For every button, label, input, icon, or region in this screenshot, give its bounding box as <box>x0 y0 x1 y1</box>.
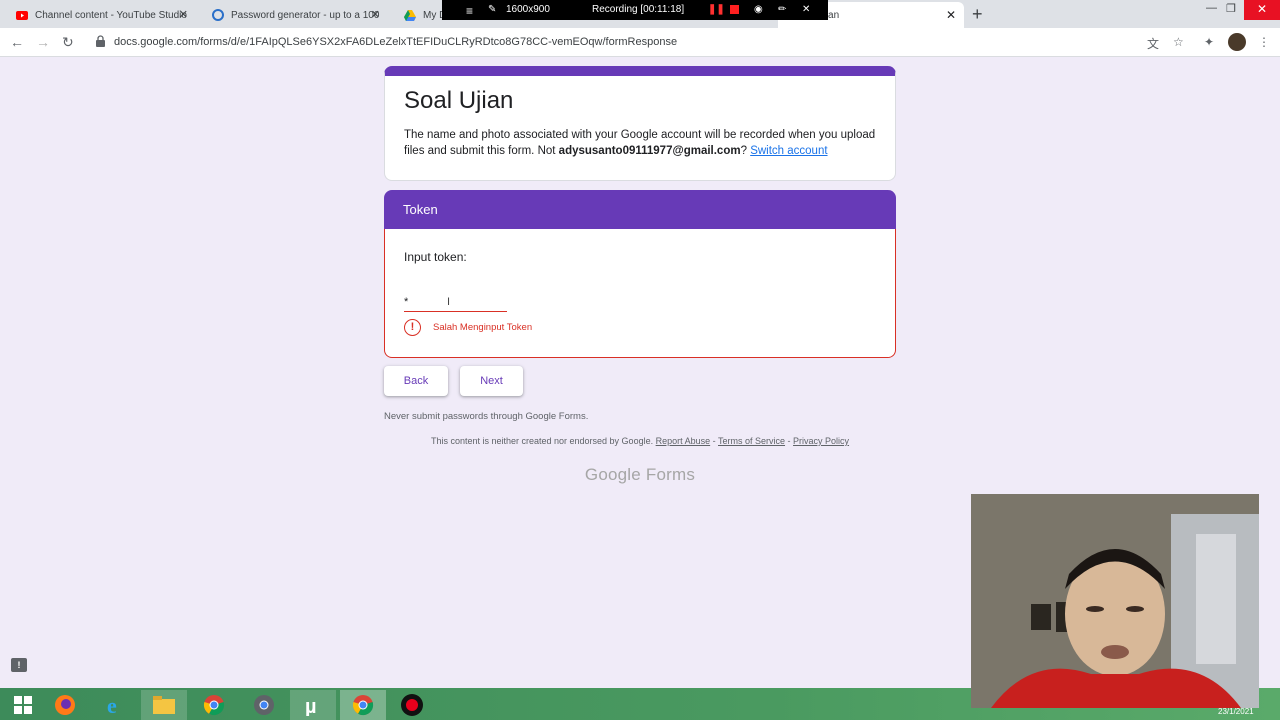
webcam-overlay <box>971 494 1259 708</box>
recorder-status: Recording [00:11:18] <box>592 4 685 15</box>
webcam-feed-image <box>971 494 1259 708</box>
next-button[interactable]: Next <box>460 366 523 396</box>
url-field[interactable]: docs.google.com/forms/d/e/1FAIpQLSe6YSX2… <box>114 36 677 48</box>
password-generator-icon <box>212 9 224 21</box>
switch-account-link[interactable]: Switch account <box>750 145 827 157</box>
profile-avatar[interactable] <box>1228 33 1246 51</box>
google-drive-icon <box>404 9 416 21</box>
description-punct: ? <box>740 145 747 157</box>
chrome-dev-icon[interactable] <box>241 690 287 720</box>
forward-arrow-icon[interactable]: → <box>36 34 50 50</box>
tab-password-generator[interactable]: Password generator - up to a 100 ✕ <box>196 2 388 28</box>
form-description: The name and photo associated with your … <box>404 127 882 159</box>
question-label: Input token: <box>404 250 467 264</box>
svg-text:µ: µ <box>305 696 317 716</box>
chrome-active-icon[interactable] <box>340 690 386 720</box>
feedback-icon[interactable]: ! <box>11 658 27 672</box>
recorder-icon[interactable] <box>389 690 435 720</box>
window-close-icon[interactable]: ✕ <box>1244 0 1280 20</box>
close-recorder-icon[interactable]: ✕ <box>802 4 810 15</box>
report-abuse-link[interactable]: Report Abuse <box>656 436 711 446</box>
windows-start-icon[interactable] <box>0 690 46 720</box>
logo-google: Google <box>584 465 641 484</box>
pin-icon[interactable]: ✎ <box>488 4 496 15</box>
close-tab-icon[interactable]: ✕ <box>371 8 380 21</box>
close-tab-icon[interactable]: ✕ <box>946 8 956 22</box>
back-button[interactable]: Back <box>384 366 448 396</box>
chrome-icon[interactable] <box>191 690 237 720</box>
firefox-icon[interactable] <box>42 690 88 720</box>
utorrent-icon[interactable]: µ <box>290 690 336 720</box>
youtube-icon <box>16 9 28 21</box>
stop-icon[interactable] <box>730 5 739 14</box>
internet-explorer-icon[interactable]: e <box>92 690 138 720</box>
extensions-icon[interactable]: ✦ <box>1204 35 1214 49</box>
svg-text:e: e <box>107 694 117 716</box>
restore-icon[interactable]: ❐ <box>1226 2 1236 15</box>
form-title-card: Soal Ujian The name and photo associated… <box>384 66 896 181</box>
logo-forms: Forms <box>645 465 696 484</box>
camera-icon[interactable]: ◉ <box>754 4 763 15</box>
tab-youtube-studio[interactable]: Channel content - YouTube Studio ✕ <box>0 2 196 28</box>
close-tab-icon[interactable]: ✕ <box>179 8 188 21</box>
tab-title: Password generator - up to a 100 <box>231 9 380 21</box>
file-explorer-icon[interactable] <box>141 690 187 720</box>
disclaimer-text: This content is neither created nor endo… <box>430 436 654 446</box>
terms-link[interactable]: Terms of Service <box>718 436 785 446</box>
more-menu-icon[interactable]: ⋮ <box>1258 35 1270 49</box>
pencil-icon[interactable]: ✏ <box>778 4 786 15</box>
translate-icon[interactable]: 文 <box>1147 35 1159 52</box>
separator: - <box>710 436 718 446</box>
back-arrow-icon[interactable]: ← <box>10 34 24 50</box>
menu-icon[interactable]: ≡ <box>466 4 473 18</box>
privacy-link[interactable]: Privacy Policy <box>793 436 849 446</box>
account-email: adysusanto09111977@gmail.com <box>558 145 741 157</box>
minimize-icon[interactable]: — <box>1206 2 1217 14</box>
error-message: Salah Menginput Token <box>433 322 533 333</box>
pause-icon[interactable]: ❚❚ <box>708 4 725 15</box>
form-title: Soal Ujian <box>404 87 514 114</box>
section-title: Token <box>403 202 438 217</box>
tab-title: Channel content - YouTube Studio <box>35 9 187 21</box>
error-icon: ! <box>404 319 421 336</box>
section-header: Token <box>384 190 896 229</box>
bookmark-star-icon[interactable]: ☆ <box>1173 35 1184 49</box>
screen-recorder-bar: ≡ ✎ 1600x900 Recording [00:11:18] ❚❚ ◉ ✏… <box>442 0 828 20</box>
address-bar-row: ← → ↻ docs.google.com/forms/d/e/1FAIpQLS… <box>0 28 1280 57</box>
new-tab-plus-icon[interactable]: + <box>972 4 983 25</box>
recorder-resolution: 1600x900 <box>506 4 550 15</box>
reload-icon[interactable]: ↻ <box>62 34 74 51</box>
text-cursor-icon: I <box>447 296 451 308</box>
google-forms-logo[interactable]: Google Forms <box>384 465 896 485</box>
taskbar-clock-date: 23/1/2021 <box>1218 707 1254 716</box>
lock-icon <box>96 35 105 47</box>
footer-disclaimer: This content is neither created nor endo… <box>384 436 896 446</box>
separator: - <box>785 436 794 446</box>
question-card: Input token: I ! Salah Menginput Token <box>384 229 896 358</box>
token-input[interactable] <box>404 292 507 312</box>
password-warning: Never submit passwords through Google Fo… <box>384 411 589 422</box>
tab-my-drive[interactable]: My Drive <box>388 2 448 28</box>
